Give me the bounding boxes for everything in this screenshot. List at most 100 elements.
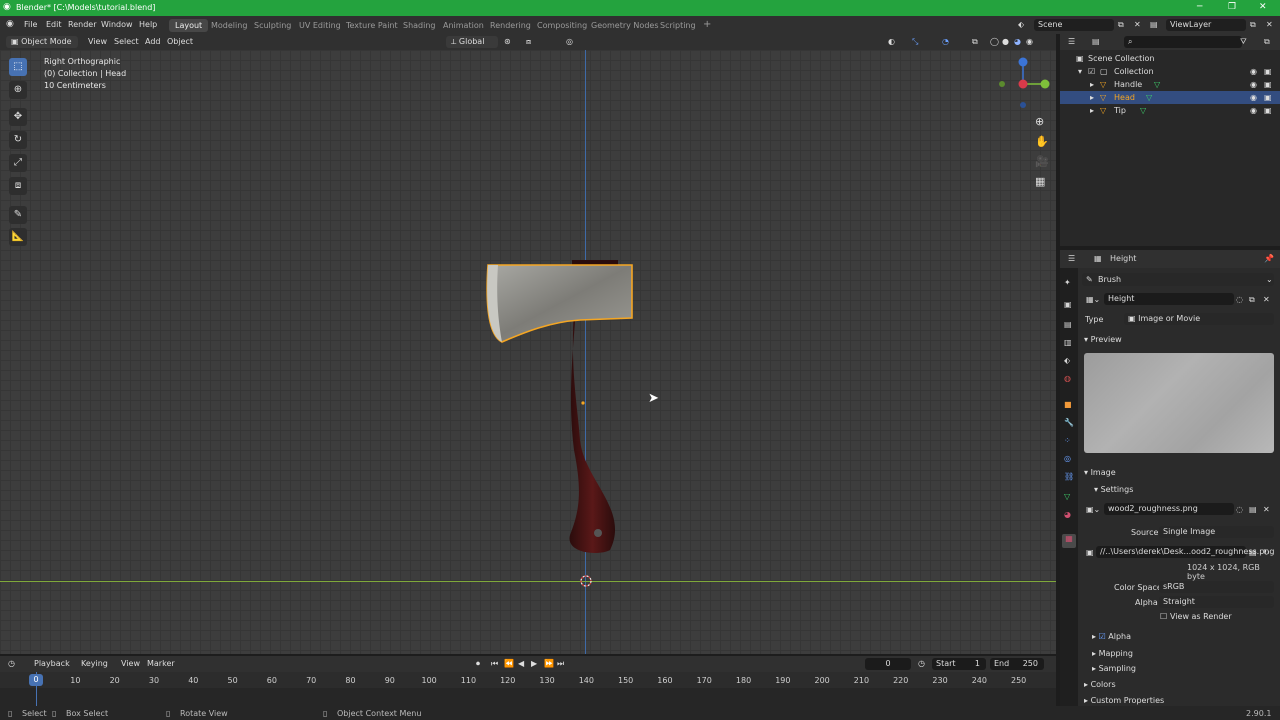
colors-section[interactable]: ▸ Colors: [1084, 680, 1116, 689]
unlink-icon[interactable]: ✕: [1263, 505, 1270, 514]
tab-shading[interactable]: Shading: [397, 19, 442, 32]
timeline-area[interactable]: 0 10 20 30 40 50 60 70 80 90 100 110 120 130 140 150 16…: [0, 672, 1056, 706]
tab-geometry-nodes[interactable]: Geometry Nodes: [585, 19, 664, 32]
texture-browse-icon[interactable]: ▦⌄: [1086, 295, 1100, 304]
solid-shading-icon[interactable]: ●: [1002, 37, 1009, 46]
tab-animation[interactable]: Animation: [437, 19, 490, 32]
render-camera-icon[interactable]: ▣: [1264, 93, 1272, 102]
material-tab-icon[interactable]: ◕: [1064, 510, 1071, 519]
tab-compositing[interactable]: Compositing: [531, 19, 593, 32]
constraints-tab-icon[interactable]: ⛓: [1064, 472, 1074, 481]
world-tab-icon[interactable]: ◍: [1064, 374, 1071, 383]
texture-tab-icon[interactable]: ▦: [1062, 534, 1076, 548]
rendered-shading-icon[interactable]: ◉: [1026, 37, 1033, 46]
new-scene-icon[interactable]: ⧉: [1118, 20, 1124, 30]
output-tab-icon[interactable]: ▤: [1064, 320, 1072, 329]
visibility-icon[interactable]: ◐: [888, 37, 895, 46]
axe-model[interactable]: [470, 250, 650, 560]
perspective-grid-icon[interactable]: ▦: [1035, 175, 1045, 188]
image-name-field[interactable]: wood2_roughness.png: [1104, 503, 1234, 515]
properties-editor-icon[interactable]: ☰: [1068, 254, 1075, 263]
expand-arrow-icon[interactable]: ▸: [1090, 80, 1094, 89]
scene-field[interactable]: Scene: [1034, 19, 1114, 31]
outliner-search-input[interactable]: ⌕: [1124, 36, 1242, 48]
settings-section[interactable]: ▾ Settings: [1094, 485, 1133, 494]
orientation-dropdown[interactable]: ⟂ Global: [446, 36, 498, 48]
object-tab-icon[interactable]: ■: [1064, 400, 1072, 409]
sampling-section[interactable]: ▸ Sampling: [1092, 664, 1136, 673]
menu-object[interactable]: Object: [167, 37, 193, 46]
eye-icon[interactable]: ◉: [1250, 106, 1257, 115]
render-camera-icon[interactable]: ▣: [1264, 106, 1272, 115]
close-icon[interactable]: ✕: [1259, 2, 1267, 12]
viewlayer-tab-icon[interactable]: ▥: [1064, 338, 1072, 347]
fake-user-icon[interactable]: ◌: [1236, 505, 1243, 514]
pan-hand-icon[interactable]: ✋: [1035, 135, 1049, 148]
tool-tab-icon[interactable]: ✦: [1064, 278, 1071, 287]
add-workspace-icon[interactable]: +: [697, 17, 717, 30]
camera-icon[interactable]: 🎥: [1035, 155, 1049, 168]
jump-start-icon[interactable]: ⏮: [491, 659, 498, 669]
outliner-scene-collection[interactable]: ▣ Scene Collection: [1060, 52, 1280, 65]
collapse-arrow-icon[interactable]: ▾: [1078, 67, 1082, 76]
pin-icon[interactable]: 📌: [1264, 254, 1274, 263]
open-image-icon[interactable]: ▤: [1249, 505, 1257, 514]
render-camera-icon[interactable]: ▣: [1264, 80, 1272, 89]
rotate-tool-icon[interactable]: ↻: [9, 131, 27, 149]
menu-file[interactable]: File: [24, 20, 37, 29]
menu-view-timeline[interactable]: View: [121, 659, 140, 668]
data-tab-icon[interactable]: ▽: [1064, 492, 1070, 501]
preview-range-icon[interactable]: ◷: [918, 659, 925, 668]
scene-tab-icon[interactable]: ⬖: [1064, 356, 1070, 365]
menu-marker[interactable]: Marker: [147, 659, 175, 668]
zoom-icon[interactable]: ⊕: [1035, 115, 1044, 128]
expand-arrow-icon[interactable]: ▸: [1090, 93, 1094, 102]
new-collection-icon[interactable]: ⧉: [1264, 37, 1270, 47]
type-dropdown[interactable]: ▣ Image or Movie: [1124, 313, 1274, 325]
eye-icon[interactable]: ◉: [1250, 67, 1257, 76]
menu-keying[interactable]: Keying: [81, 659, 108, 668]
navigation-gizmo[interactable]: [995, 56, 1050, 111]
timeline-editor-icon[interactable]: ◷: [8, 659, 15, 668]
menu-add[interactable]: Add: [145, 37, 161, 46]
menu-render[interactable]: Render: [68, 20, 96, 29]
delete-viewlayer-icon[interactable]: ✕: [1266, 20, 1273, 29]
outliner-item-handle[interactable]: ▸ ▽ Handle ▽ ◉ ▣: [1060, 78, 1280, 91]
transform-tool-icon[interactable]: ⧈: [9, 177, 27, 195]
move-tool-icon[interactable]: ✥: [9, 108, 27, 126]
outliner-collection[interactable]: ▾ ☑ ▢ Collection ◉ ▣: [1060, 65, 1280, 78]
mode-dropdown[interactable]: ▣ Object Mode: [6, 36, 78, 48]
menu-select[interactable]: Select: [114, 37, 139, 46]
menu-window[interactable]: Window: [101, 20, 133, 29]
new-texture-icon[interactable]: ⧉: [1249, 295, 1255, 305]
particles-tab-icon[interactable]: ⁘: [1064, 436, 1071, 445]
outliner-editor-icon[interactable]: ☰: [1068, 37, 1075, 46]
current-frame-field[interactable]: 0: [865, 658, 911, 670]
filepath-field[interactable]: //..\Users\derek\Desk...ood2_roughness.p…: [1096, 546, 1274, 558]
outliner-item-tip[interactable]: ▸ ▽ Tip ▽ ◉ ▣: [1060, 104, 1280, 117]
menu-view[interactable]: View: [88, 37, 107, 46]
display-mode-icon[interactable]: ▤: [1092, 37, 1100, 46]
scale-tool-icon[interactable]: ⤢: [9, 154, 27, 172]
blender-menu-icon[interactable]: ◉: [6, 19, 14, 29]
expand-arrow-icon[interactable]: ▸: [1090, 106, 1094, 115]
material-shading-icon[interactable]: ◕: [1014, 37, 1021, 46]
maximize-icon[interactable]: ❐: [1228, 2, 1236, 12]
tab-layout[interactable]: Layout: [169, 19, 209, 32]
alpha-checkbox-icon[interactable]: ☑: [1099, 632, 1106, 641]
alpha-dropdown[interactable]: Straight: [1159, 596, 1274, 608]
tab-modeling[interactable]: Modeling: [205, 19, 253, 32]
select-tool-icon[interactable]: ⬚: [9, 58, 27, 76]
3d-viewport[interactable]: ⬚ ⊕ ✥ ↻ ⤢ ⧈ ✎ 📐 Right Orthographic (0) C…: [0, 50, 1056, 654]
new-viewlayer-icon[interactable]: ⧉: [1250, 20, 1256, 30]
play-icon[interactable]: ▶: [531, 659, 537, 668]
alpha-section[interactable]: ▸ ☑ Alpha: [1092, 632, 1131, 641]
xray-icon[interactable]: ⧉: [972, 37, 978, 47]
filter-icon[interactable]: ⛛: [1240, 37, 1247, 47]
file-browse-icon[interactable]: ▤: [1249, 548, 1257, 557]
texture-name-field[interactable]: Height: [1104, 293, 1234, 305]
playhead-frame[interactable]: 0: [29, 674, 43, 686]
mapping-section[interactable]: ▸ Mapping: [1092, 649, 1133, 658]
pivot-icon[interactable]: ⊛: [504, 37, 511, 46]
wireframe-shading-icon[interactable]: ◯: [990, 37, 999, 46]
